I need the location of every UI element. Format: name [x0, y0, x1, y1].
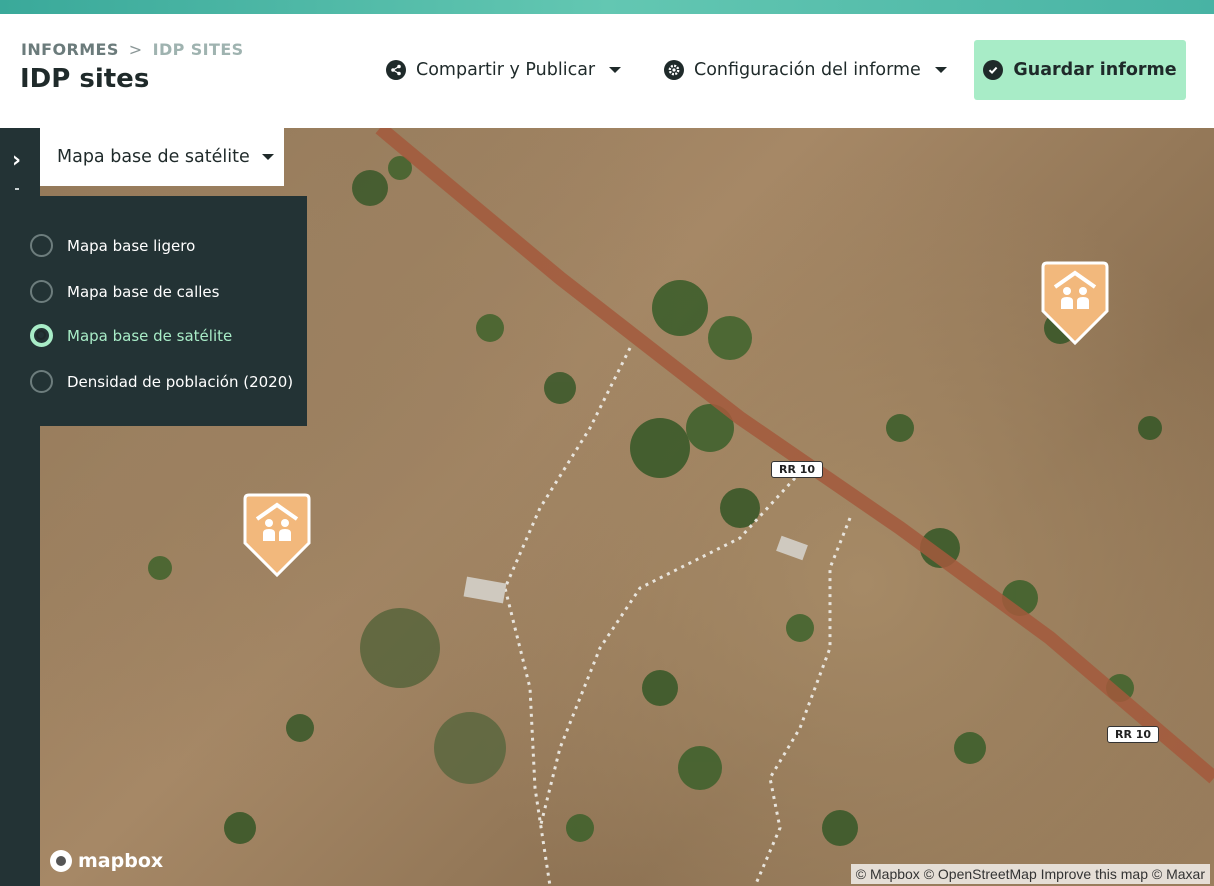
- building-1: [463, 576, 507, 604]
- mapbox-logo[interactable]: mapbox: [50, 850, 163, 872]
- basemap-dropdown[interactable]: Mapa base de satélite: [40, 128, 284, 186]
- breadcrumb: INFORMES > IDP SITES: [21, 40, 244, 59]
- mapbox-icon: [50, 850, 72, 872]
- radio-button[interactable]: [30, 280, 53, 303]
- chevron-down-icon: [609, 67, 622, 73]
- top-accent-bar: [0, 0, 1214, 14]
- basemap-option-label: Mapa base ligero: [67, 236, 196, 255]
- radio-button[interactable]: [30, 370, 53, 393]
- basemap-option-satellite[interactable]: Mapa base de satélite: [30, 324, 232, 347]
- radio-button-selected[interactable]: [30, 324, 53, 347]
- report-config-label: Configuración del informe: [694, 60, 921, 80]
- chevron-down-icon: [261, 154, 274, 160]
- building-2: [776, 535, 808, 561]
- idp-site-marker[interactable]: [1039, 259, 1111, 347]
- road-label: RR 10: [1107, 726, 1160, 743]
- chevron-down-icon: [934, 67, 947, 73]
- road-label: RR 10: [771, 461, 824, 478]
- page-title: IDP sites: [20, 64, 150, 94]
- boundary-line-2: [538, 476, 797, 829]
- share-publish-button[interactable]: Compartir y Publicar: [386, 40, 622, 100]
- basemap-option-population-density[interactable]: Densidad de población (2020): [30, 370, 293, 393]
- check-icon: [983, 60, 1004, 80]
- idp-site-marker[interactable]: [241, 491, 313, 579]
- save-report-label: Guardar informe: [1013, 60, 1177, 80]
- breadcrumb-informes[interactable]: INFORMES: [21, 40, 119, 59]
- boundary-line-1: [503, 347, 632, 886]
- report-config-button[interactable]: Configuración del informe: [664, 40, 947, 100]
- share-publish-label: Compartir y Publicar: [416, 60, 596, 80]
- road-rr10: [375, 128, 1214, 784]
- gear-icon: [664, 60, 684, 80]
- basemap-option-label: Densidad de población (2020): [67, 372, 294, 391]
- share-icon: [386, 60, 406, 80]
- radio-button[interactable]: [30, 234, 53, 257]
- basemap-selected-label: Mapa base de satélite: [57, 147, 250, 167]
- breadcrumb-idp-sites: IDP SITES: [152, 40, 244, 59]
- sidebar-marker: [15, 188, 19, 190]
- basemap-option-label: Mapa base de satélite: [67, 326, 233, 345]
- basemap-menu: Mapa base ligero Mapa base de calles Map…: [14, 196, 307, 426]
- basemap-option-streets[interactable]: Mapa base de calles: [30, 280, 219, 303]
- chevron-right-icon[interactable]: ›: [12, 148, 21, 173]
- basemap-option-label: Mapa base de calles: [67, 282, 220, 301]
- breadcrumb-separator: >: [128, 40, 143, 59]
- basemap-option-light[interactable]: Mapa base ligero: [30, 234, 195, 257]
- map-attribution[interactable]: © Mapbox © OpenStreetMap Improve this ma…: [850, 864, 1210, 884]
- mapbox-wordmark: mapbox: [78, 850, 164, 872]
- save-report-button[interactable]: Guardar informe: [974, 40, 1186, 100]
